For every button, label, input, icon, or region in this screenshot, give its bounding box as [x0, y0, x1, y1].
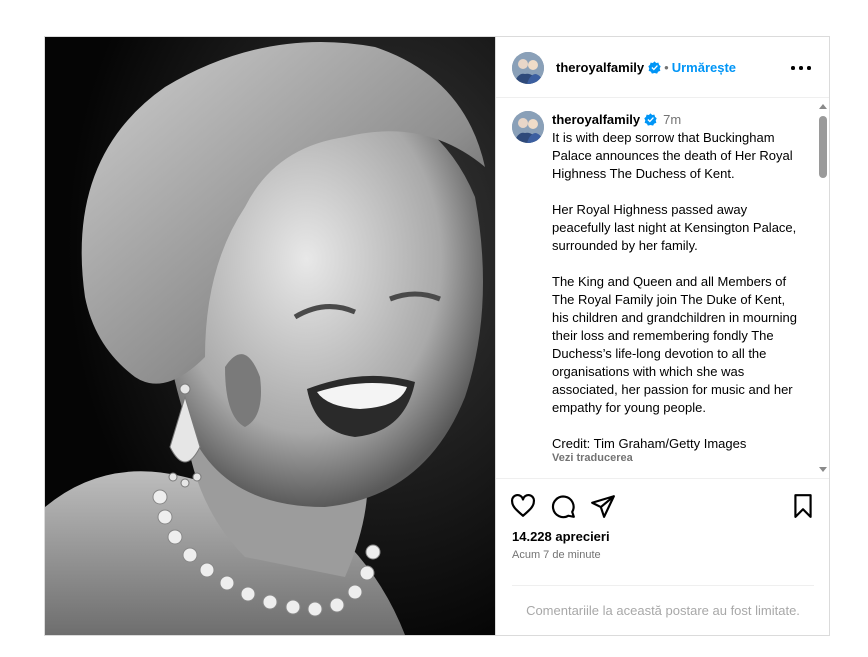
caption-area: theroyalfamily 7m It is with deep sorrow … — [496, 98, 829, 478]
bookmark-icon[interactable] — [790, 493, 816, 519]
separator-dot: • — [664, 60, 669, 75]
post-photo[interactable] — [45, 37, 495, 635]
caption-username[interactable]: theroyalfamily — [552, 112, 640, 127]
post-sidebar: theroyalfamily • Urmărește theroyalfamily 7… — [495, 37, 829, 635]
follow-button[interactable]: Urmărește — [672, 60, 736, 75]
verified-badge-icon — [644, 113, 657, 126]
send-icon[interactable] — [590, 493, 616, 519]
caption-time[interactable]: 7m — [663, 112, 681, 127]
scrollbar[interactable] — [816, 98, 829, 478]
post-timestamp[interactable]: Acum 7 de minute — [512, 549, 601, 561]
comment-icon[interactable] — [550, 493, 576, 519]
scroll-up-arrow-icon[interactable] — [819, 104, 827, 109]
caption-avatar[interactable] — [512, 111, 544, 143]
verified-badge-icon — [648, 61, 661, 74]
caption-text: It is with deep sorrow that Buckingham P… — [552, 130, 797, 451]
scroll-down-arrow-icon[interactable] — [819, 467, 827, 472]
avatar[interactable] — [512, 52, 544, 84]
username[interactable]: theroyalfamily — [556, 60, 644, 75]
heart-icon[interactable] — [510, 493, 536, 519]
scrollbar-thumb[interactable] — [819, 116, 827, 178]
likes-count[interactable]: 14.228 aprecieri — [512, 529, 610, 544]
post-header: theroyalfamily • Urmărește — [496, 37, 829, 98]
see-translation-link[interactable]: Vezi traducerea — [552, 452, 633, 464]
instagram-post: theroyalfamily • Urmărește theroyalfamily 7… — [44, 36, 830, 636]
post-actions: 14.228 aprecieri Acum 7 de minute Coment… — [496, 478, 829, 635]
comments-limited-notice: Comentariile la această postare au fost … — [512, 585, 814, 636]
more-options-icon[interactable] — [791, 61, 811, 75]
